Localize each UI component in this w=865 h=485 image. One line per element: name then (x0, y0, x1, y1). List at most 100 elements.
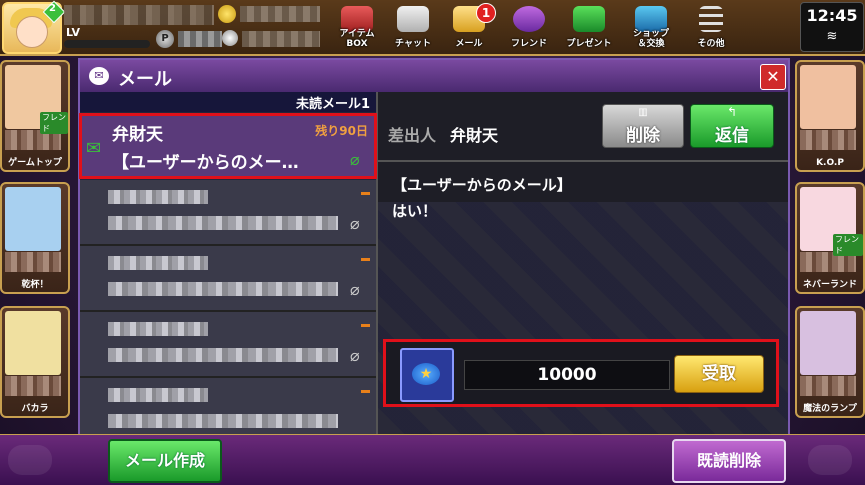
redacted-subject (108, 216, 338, 230)
side-portrait (5, 187, 61, 251)
attachment-icon: ⌀ (350, 280, 360, 299)
star-coin-icon: ★ (412, 363, 440, 385)
menu-icon (699, 6, 723, 32)
status-clock: 12:45 ≋ (800, 2, 864, 52)
reply-button[interactable]: ↰ 返信 (690, 104, 774, 148)
bottom-left-button (8, 445, 52, 475)
attachment-icon: ⌀ (350, 346, 360, 365)
points-redacted (178, 31, 222, 47)
receive-button[interactable]: 受取 (674, 355, 764, 393)
nav-chat[interactable]: チャット (384, 2, 442, 52)
present-icon (573, 6, 605, 32)
mail-sender: 弁財天 (112, 125, 163, 145)
reply-label: 返信 (715, 126, 749, 146)
friend-tag: フレンド (833, 234, 863, 256)
side-label: ゲームトップ (8, 158, 62, 168)
side-neverland[interactable]: フレンド ネバーランド (795, 182, 865, 294)
side-baccarat[interactable]: バカラ (0, 306, 70, 418)
attachment-reward: ★ 10000 受取 (383, 339, 779, 407)
nav-other-label: その他 (697, 39, 725, 49)
side-kop[interactable]: K.O.P (795, 60, 865, 172)
nav-shop-label: ショップ ＆交換 (632, 29, 669, 49)
mail-row[interactable]: ⌀ (80, 312, 376, 378)
dialog-title: メール (118, 69, 172, 90)
top-bar: 2 LV P アイテム BOX チャット メール 1 フレンド プレゼント ショ… (0, 0, 865, 56)
avatar-face (16, 16, 48, 48)
dialog-header: ✉ メール ✕ (80, 60, 788, 92)
coin-balance-redacted (240, 6, 320, 22)
remaining-indicator (361, 324, 370, 327)
attachment-icon: ⌀ (350, 150, 360, 169)
side-name-redacted (800, 130, 856, 150)
remaining-indicator (361, 258, 370, 261)
side-game-top[interactable]: フレンド ゲームトップ (0, 60, 70, 172)
friend-tag: フレンド (40, 112, 68, 134)
side-kanpai[interactable]: 乾杯！ (0, 182, 70, 294)
nav-present[interactable]: プレゼント (560, 2, 618, 52)
side-label: K.O.P (816, 158, 844, 168)
redacted-sender (108, 388, 208, 402)
redacted-sender (108, 190, 208, 204)
nav-item-box[interactable]: アイテム BOX (328, 2, 386, 52)
mail-subject: 【ユーザーからのメール】 (392, 176, 572, 194)
mail-dialog: ✉ メール ✕ 未読メール1 ✉ 弁財天 残り90日 【ユーザーからのメー… ⌀… (78, 58, 790, 438)
mail-unread-badge: 1 (476, 3, 496, 23)
side-label: バカラ (21, 404, 49, 414)
side-name-redacted (5, 376, 61, 396)
mail-row-selected[interactable]: ✉ 弁財天 残り90日 【ユーザーからのメー… ⌀ (79, 113, 377, 179)
close-button[interactable]: ✕ (760, 64, 786, 90)
mail-subject-preview: 【ユーザーからのメー… (112, 153, 299, 173)
nav-friends[interactable]: フレンド (500, 2, 558, 52)
redacted-subject (108, 414, 338, 428)
mail-body: はい！ (392, 202, 438, 220)
redacted-sender (108, 322, 208, 336)
from-name: 弁財天 (450, 126, 499, 145)
envelope-icon: ✉ (86, 138, 102, 159)
trash-icon: ▥ (638, 107, 648, 118)
side-portrait (800, 311, 856, 375)
mail-remaining-days: 残り90日 (315, 124, 368, 138)
mail-row[interactable]: ⌀ (80, 246, 376, 312)
delete-button[interactable]: ▥ 削除 (602, 104, 684, 148)
friends-icon (513, 6, 545, 32)
mail-detail: 差出人 弁財天 ▥ 削除 ↰ 返信 【ユーザーからのメール】 はい！ ★ 100… (378, 92, 788, 436)
nav-chat-label: チャット (395, 39, 431, 49)
remaining-indicator (361, 192, 370, 195)
redacted-subject (108, 348, 338, 362)
unread-count-label: 未読メール1 (295, 97, 370, 112)
envelope-icon: ✉ (89, 67, 109, 85)
mail-list: 未読メール1 ✉ 弁財天 残り90日 【ユーザーからのメー… ⌀ ⌀ ⌀ ⌀ (79, 92, 378, 438)
compose-mail-button[interactable]: メール作成 (108, 439, 222, 483)
clock-time: 12:45 (806, 6, 858, 25)
silver-balance-redacted (242, 31, 320, 47)
divider (378, 160, 788, 162)
level-progress-bar (64, 40, 150, 48)
side-label: 魔法のランプ (803, 404, 857, 414)
gold-coin-icon (218, 5, 236, 23)
side-label: 乾杯！ (21, 280, 49, 290)
side-portrait (5, 311, 61, 375)
wifi-icon: ≋ (826, 29, 838, 44)
silver-coin-icon (222, 30, 238, 46)
remaining-indicator (361, 390, 370, 393)
from-label: 差出人 (388, 126, 437, 145)
delete-read-button[interactable]: 既読削除 (672, 439, 786, 483)
nav-present-label: プレゼント (566, 39, 612, 49)
mail-row[interactable] (80, 378, 376, 438)
bottom-right-button (808, 445, 852, 475)
side-name-redacted (5, 252, 61, 272)
nav-other[interactable]: その他 (682, 2, 740, 52)
player-name-redacted (64, 5, 214, 25)
reward-item: ★ (400, 348, 454, 402)
unread-header: 未読メール1 (80, 92, 376, 112)
nav-shop[interactable]: ショップ ＆交換 (622, 2, 680, 52)
side-name-redacted (800, 376, 856, 396)
delete-label: 削除 (626, 126, 660, 146)
mail-row[interactable]: ⌀ (80, 180, 376, 246)
side-magic-lamp[interactable]: 魔法のランプ (795, 306, 865, 418)
points-icon: P (156, 30, 174, 48)
reward-amount: 10000 (464, 360, 670, 390)
bottom-bar: メール作成 既読削除 (0, 434, 865, 485)
reply-arrow-icon: ↰ (726, 105, 738, 119)
nav-friends-label: フレンド (510, 39, 547, 49)
